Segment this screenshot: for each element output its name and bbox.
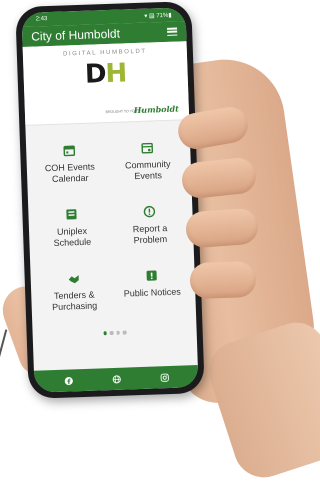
tile-label: Events: [134, 170, 162, 182]
tile-uniplex-schedule[interactable]: Uniplex Schedule: [32, 207, 112, 274]
hamburger-menu-icon[interactable]: [167, 28, 177, 36]
tile-label: Problem: [133, 234, 167, 246]
page-dot[interactable]: [116, 331, 120, 335]
bottom-social-bar: [34, 365, 199, 393]
schedule-icon: [65, 208, 77, 220]
page-dot-active[interactable]: [103, 331, 107, 335]
facebook-icon[interactable]: [64, 376, 73, 385]
page-dot[interactable]: [110, 331, 114, 335]
instagram-icon[interactable]: [160, 373, 169, 382]
digital-humboldt-banner: DIGITAL HUMBOLDT DH BROUGHT TO YOU BY Hu…: [23, 41, 190, 126]
dh-logo: DH: [23, 56, 188, 92]
humboldt-brand-logo: Humboldt: [134, 104, 179, 116]
tile-community-events[interactable]: Community Events: [108, 140, 188, 207]
phone-screen: 2:43 ▾ ▤ 71%▮ City of Humboldt DIGITAL H…: [21, 7, 198, 392]
page-dot[interactable]: [123, 331, 127, 335]
globe-icon[interactable]: [112, 374, 121, 383]
tile-label: Purchasing: [52, 301, 97, 314]
tile-label: Public Notices: [124, 287, 181, 300]
tile-tenders-purchasing[interactable]: Tenders & Purchasing: [35, 271, 115, 338]
tile-label: Schedule: [54, 237, 92, 249]
tile-label: Community: [125, 159, 171, 172]
status-time: 2:43: [36, 16, 48, 22]
hand-finger: [185, 208, 259, 249]
tile-public-notices[interactable]: Public Notices: [112, 268, 192, 335]
tile-report-a-problem[interactable]: Report a Problem: [110, 204, 190, 271]
handshake-icon: [68, 272, 80, 284]
community-calendar-icon: [141, 141, 153, 153]
alert-icon: [143, 205, 155, 217]
hand-finger: [189, 261, 256, 299]
sleeve-edge: [0, 329, 15, 370]
tile-label: Calendar: [52, 173, 89, 185]
phone-device: 2:43 ▾ ▤ 71%▮ City of Humboldt DIGITAL H…: [15, 1, 205, 399]
notice-icon: [145, 269, 157, 281]
app-title: City of Humboldt: [31, 27, 120, 44]
tile-coh-events-calendar[interactable]: COH Events Calendar: [30, 143, 110, 210]
menu-grid: COH Events Calendar Community Events Uni…: [25, 120, 196, 338]
status-indicators: ▾ ▤ 71%▮: [144, 11, 172, 19]
calendar-icon: [63, 144, 75, 156]
